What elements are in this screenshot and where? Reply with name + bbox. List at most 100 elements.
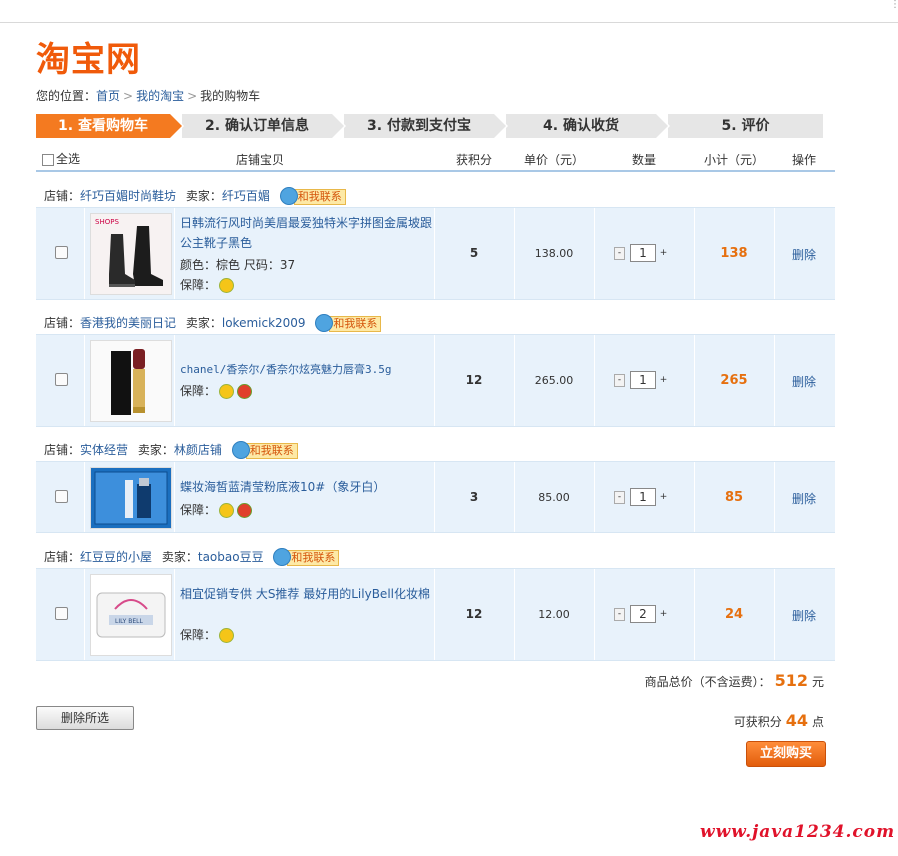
delete-item-link[interactable]: 删除 [774, 246, 834, 263]
guarantee-badge-icon[interactable] [237, 503, 253, 518]
more-menu-icon[interactable]: ⋮ [890, 0, 898, 10]
header-item: 店铺宝贝 [236, 153, 285, 167]
shop-name-link[interactable]: 实体经营 [80, 443, 128, 457]
contact-seller-button[interactable]: 和我联系 [273, 547, 340, 567]
step-pay-alipay: 3. 付款到支付宝 [344, 114, 508, 138]
contact-seller-button[interactable]: 和我联系 [315, 313, 382, 333]
seller-label: 卖家： [185, 316, 222, 330]
increase-button[interactable]: + [659, 375, 668, 386]
product-name-link[interactable]: 相宜促销专供 大S推荐 最好用的LilyBell化妆棉 [180, 584, 432, 604]
quantity-stepper: -2 + [614, 605, 704, 623]
order-total: 商品总价（不含运费）： 512 元 [645, 671, 824, 690]
decrease-button[interactable]: - [614, 607, 625, 621]
select-all-label: 全选 [56, 152, 81, 166]
quantity-input[interactable]: 1 [630, 371, 656, 389]
wangwang-icon [273, 547, 292, 566]
product-attributes: 颜色：棕色 尺码：37 [180, 258, 296, 272]
buy-now-button[interactable]: 立刻购买 [746, 741, 826, 767]
guarantee-badge-icon[interactable] [219, 384, 235, 399]
delete-item-link[interactable]: 删除 [774, 607, 834, 624]
increase-button[interactable]: + [659, 609, 668, 620]
item-subtotal: 85 [724, 490, 744, 505]
product-image[interactable] [90, 340, 172, 422]
cart-item-row: LILY BELL 相宜促销专供 大S推荐 最好用的LilyBell化妆棉 保障… [36, 568, 835, 661]
breadcrumb-current: 我的购物车 [200, 89, 261, 103]
breadcrumb: 您的位置：首页 > 我的淘宝 > 我的购物车 [36, 87, 260, 104]
quantity-input[interactable]: 1 [630, 488, 656, 506]
item-unit-price: 85.00 [538, 491, 570, 504]
decrease-button[interactable]: - [614, 490, 625, 504]
cart-item-row: chanel/香奈尔/香奈尔炫亮魅力唇膏3.5g 保障： 12 265.00 -… [36, 334, 835, 427]
points-total: 可获积分 44 点 [734, 711, 824, 730]
guarantee-badge-icon[interactable] [219, 503, 235, 518]
item-subtotal: 24 [724, 607, 744, 622]
total-label: 商品总价（不含运费）： [644, 675, 771, 689]
product-image[interactable]: SHOPS [90, 213, 172, 295]
seller-name-link[interactable]: 纤巧百媚 [222, 189, 270, 203]
increase-button[interactable]: + [659, 492, 668, 503]
delete-item-link[interactable]: 删除 [774, 373, 834, 390]
contact-seller-button[interactable]: 和我联系 [231, 440, 298, 460]
seller-name-link[interactable]: 林颜店铺 [174, 443, 222, 457]
decrease-button[interactable]: - [614, 373, 625, 387]
shop-name-link[interactable]: 纤巧百媚时尚鞋坊 [80, 189, 176, 203]
item-checkbox[interactable] [55, 607, 68, 620]
seller-name-link[interactable]: taobao豆豆 [198, 550, 264, 564]
taobao-logo[interactable]: 淘宝网 [36, 32, 141, 81]
guarantee: 保障： [180, 501, 253, 518]
product-image[interactable]: LILY BELL [90, 574, 172, 656]
item-points: 12 [465, 373, 483, 387]
item-checkbox[interactable] [55, 373, 68, 386]
seller-label: 卖家： [137, 443, 174, 457]
quantity-input[interactable]: 2 [630, 605, 656, 623]
points-label: 可获积分 [733, 715, 782, 729]
shop-name-link[interactable]: 红豆豆的小屋 [80, 550, 152, 564]
guarantee-badge-icon[interactable] [237, 384, 253, 399]
cart-table-header: 全选 店铺宝贝 获积分 单价（元） 数量 小计（元） 操作 [36, 146, 835, 172]
shop-label: 店铺： [44, 550, 81, 564]
checkout-steps: 1. 查看购物车 2. 确认订单信息 3. 付款到支付宝 4. 确认收货 5. … [36, 114, 823, 138]
product-name-link[interactable]: chanel/香奈尔/香奈尔炫亮魅力唇膏3.5g [180, 360, 432, 380]
wangwang-icon [279, 186, 298, 205]
guarantee: 保障： [180, 276, 235, 293]
seller-label: 卖家： [161, 550, 198, 564]
guarantee: 保障： [180, 382, 253, 399]
item-points: 5 [469, 246, 479, 260]
shop-name-link[interactable]: 香港我的美丽日记 [80, 316, 176, 330]
item-checkbox[interactable] [55, 490, 68, 503]
points-unit: 点 [811, 715, 824, 729]
guarantee-badge-icon[interactable] [219, 628, 235, 643]
delete-item-link[interactable]: 删除 [774, 490, 834, 507]
wangwang-icon [315, 313, 334, 332]
cart-item-row: 蝶妆海皙蓝清莹粉底液10#（象牙白） 保障： 3 85.00 -1 + 85 删除 [36, 461, 835, 533]
item-checkbox[interactable] [55, 246, 68, 259]
product-name-link[interactable]: 日韩流行风时尚美眉最爱独特米字拼图金属坡跟公主靴子黑色 [180, 213, 432, 253]
step-view-cart: 1. 查看购物车 [36, 114, 184, 138]
guarantee-badge-icon[interactable] [219, 278, 235, 293]
breadcrumb-my-taobao-link[interactable]: 我的淘宝 [136, 89, 184, 103]
product-image[interactable] [90, 467, 172, 529]
header-unit-price: 单价（元） [524, 153, 585, 167]
decrease-button[interactable]: - [614, 246, 625, 260]
select-all-checkbox[interactable]: 全选 [42, 150, 80, 167]
shop-label: 店铺： [44, 189, 81, 203]
product-name-link[interactable]: 蝶妆海皙蓝清莹粉底液10#（象牙白） [180, 477, 432, 497]
quantity-stepper: -1 + [614, 244, 704, 262]
step-confirm-receipt: 4. 确认收货 [506, 114, 670, 138]
contact-seller-button[interactable]: 和我联系 [279, 186, 346, 206]
guarantee-label: 保障： [180, 503, 217, 517]
seller-name-link[interactable]: lokemick2009 [222, 316, 306, 330]
header-subtotal: 小计（元） [704, 153, 765, 167]
step-label: 5. 评价 [721, 118, 770, 134]
watermark: www.java1234.com [700, 822, 896, 842]
step-label: 4. 确认收货 [543, 118, 619, 134]
guarantee-label: 保障： [180, 384, 217, 398]
delete-selected-button[interactable]: 删除所选 [36, 706, 134, 730]
increase-button[interactable]: + [659, 248, 668, 259]
breadcrumb-home-link[interactable]: 首页 [96, 89, 120, 103]
contact-label: 和我联系 [329, 315, 382, 332]
quantity-input[interactable]: 1 [630, 244, 656, 262]
step-label: 2. 确认订单信息 [205, 118, 309, 134]
quantity-stepper: -1 + [614, 488, 704, 506]
header-action: 操作 [792, 153, 817, 167]
